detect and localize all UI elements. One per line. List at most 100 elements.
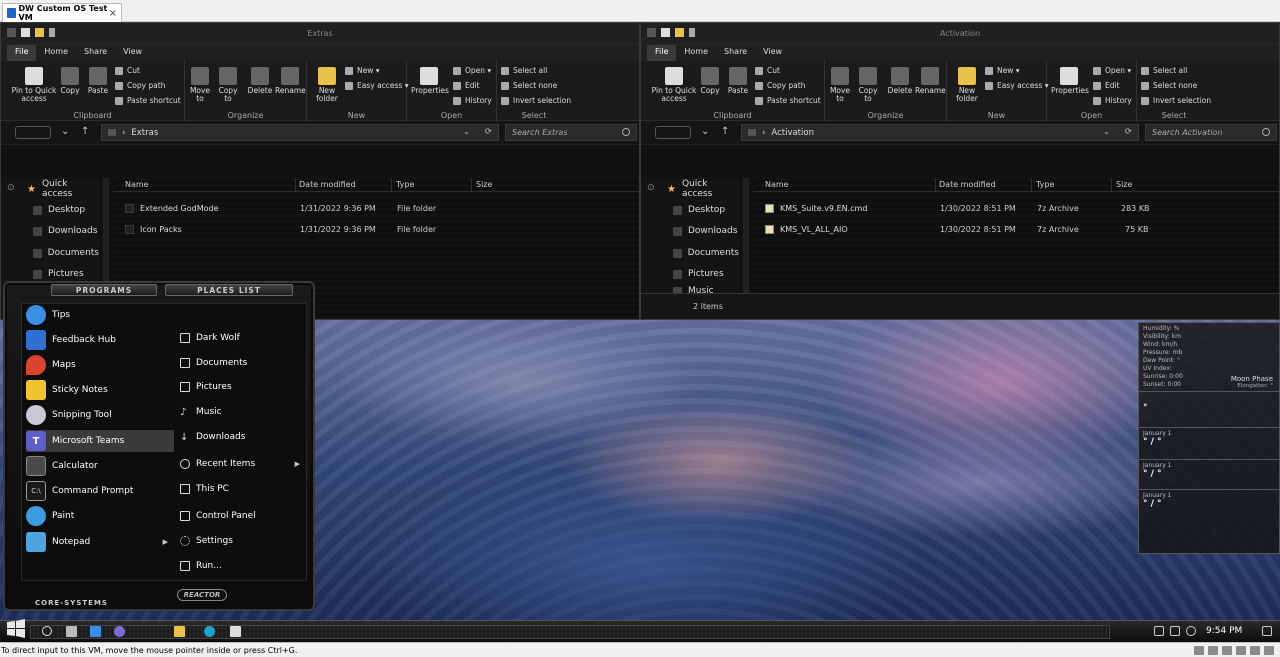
column-type[interactable]: Type <box>396 180 414 189</box>
nav-downloads[interactable]: Downloads <box>641 221 739 241</box>
place-documents[interactable]: Documents <box>180 352 304 374</box>
properties-button[interactable]: Properties <box>1051 67 1089 95</box>
place-run[interactable]: Run... <box>180 555 304 577</box>
history-button[interactable]: History <box>453 96 492 105</box>
device-icon[interactable] <box>1264 645 1274 655</box>
up-arrow-icon[interactable]: ↑ <box>721 126 729 137</box>
nav-quick-access[interactable]: ★ Quick access <box>1 179 99 199</box>
file-explorer-icon[interactable] <box>174 626 185 637</box>
program-tips[interactable]: Tips <box>26 304 174 326</box>
tab-view[interactable]: View <box>115 45 150 61</box>
column-name[interactable]: Name <box>765 180 789 189</box>
column-divider[interactable] <box>1111 178 1112 192</box>
device-icon[interactable] <box>1222 645 1232 655</box>
table-row[interactable]: KMS_VL_ALL_AIO 1/30/2022 8:51 PM 7z Arch… <box>753 221 1279 239</box>
tab-share[interactable]: Share <box>716 45 755 61</box>
up-arrow-icon[interactable]: ↑ <box>81 126 89 137</box>
search-icon[interactable] <box>42 626 52 636</box>
column-divider[interactable] <box>471 178 472 192</box>
place-settings[interactable]: Settings <box>180 530 304 552</box>
tab-file[interactable]: File <box>7 45 37 61</box>
notification-icon[interactable] <box>1262 626 1272 636</box>
invert-selection-button[interactable]: Invert selection <box>501 96 571 105</box>
tab-share[interactable]: Share <box>76 45 115 61</box>
nav-documents[interactable]: Documents <box>1 243 99 263</box>
device-icon[interactable] <box>1236 645 1246 655</box>
weather-gadget[interactable]: Humidity: % Visibility: km Wind: km/h Pr… <box>1138 322 1280 554</box>
new-item-button[interactable]: New ▾ <box>985 66 1020 75</box>
column-type[interactable]: Type <box>1036 180 1054 189</box>
back-forward-button[interactable] <box>655 126 691 139</box>
table-row[interactable]: Icon Packs 1/31/2022 9:36 PM File folder <box>113 221 639 239</box>
column-name[interactable]: Name <box>125 180 149 189</box>
paste-shortcut-button[interactable]: Paste shortcut <box>115 96 181 105</box>
refresh-icon[interactable]: ⟳ <box>485 127 492 137</box>
nav-documents[interactable]: Documents <box>641 243 739 263</box>
column-divider[interactable] <box>295 178 296 192</box>
place-pictures[interactable]: Pictures <box>180 376 304 398</box>
select-none-button[interactable]: Select none <box>501 81 557 90</box>
edge-icon[interactable] <box>204 626 215 637</box>
place-music[interactable]: ♪ Music <box>180 401 304 423</box>
copy-path-button[interactable]: Copy path <box>115 81 165 90</box>
program-paint[interactable]: Paint <box>26 505 174 527</box>
nav-scrollbar[interactable] <box>743 178 749 293</box>
address-field[interactable]: › Activation ⌄ ⟳ <box>741 124 1139 141</box>
tab-places-list[interactable]: PLACES LIST <box>165 284 293 296</box>
history-button[interactable]: History <box>1093 96 1132 105</box>
program-notepad[interactable]: Notepad ▶ <box>26 531 174 553</box>
paste-shortcut-button[interactable]: Paste shortcut <box>755 96 821 105</box>
explorer-window-extras[interactable]: Extras File Home Share View Pin to Quick… <box>0 22 640 320</box>
device-icon[interactable] <box>1250 645 1260 655</box>
column-divider[interactable] <box>391 178 392 192</box>
chat-icon[interactable] <box>114 626 125 637</box>
titlebar[interactable]: Extras <box>1 23 639 45</box>
widgets-icon[interactable] <box>90 626 101 637</box>
tab-file[interactable]: File <box>647 45 677 61</box>
easy-access-button[interactable]: Easy access ▾ <box>985 81 1049 90</box>
clock[interactable]: 9:54 PM <box>1206 626 1242 636</box>
copy-to-button[interactable]: Copy to <box>857 67 879 103</box>
program-sticky-notes[interactable]: Sticky Notes <box>26 379 174 401</box>
properties-button[interactable]: Properties <box>411 67 449 95</box>
program-microsoft-teams[interactable]: T Microsoft Teams <box>26 430 174 452</box>
nav-pictures[interactable]: Pictures <box>641 264 739 284</box>
easy-access-button[interactable]: Easy access ▾ <box>345 81 409 90</box>
tab-view[interactable]: View <box>755 45 790 61</box>
new-folder-button[interactable]: New folder <box>955 67 979 103</box>
tab-programs[interactable]: PROGRAMS <box>51 284 157 296</box>
move-to-button[interactable]: Move to <box>189 67 211 103</box>
pin-quick-access-button[interactable]: Pin to Quick access <box>9 67 59 103</box>
titlebar[interactable]: Activation <box>641 23 1279 45</box>
select-all-button[interactable]: Select all <box>501 66 547 75</box>
close-icon[interactable]: × <box>109 8 117 19</box>
power-button[interactable]: REACTOR <box>177 589 227 601</box>
edit-button[interactable]: Edit <box>1093 81 1120 90</box>
recent-dropdown-icon[interactable]: ⌄ <box>701 126 709 137</box>
invert-selection-button[interactable]: Invert selection <box>1141 96 1211 105</box>
back-forward-button[interactable] <box>15 126 51 139</box>
open-button[interactable]: Open ▾ <box>453 66 491 75</box>
copy-to-button[interactable]: Copy to <box>217 67 239 103</box>
place-recent-items[interactable]: Recent Items ▶ <box>180 453 304 475</box>
copy-button[interactable]: Copy <box>59 67 81 95</box>
program-feedback-hub[interactable]: Feedback Hub <box>26 329 174 351</box>
delete-button[interactable]: Delete <box>247 67 273 95</box>
place-this-pc[interactable]: This PC <box>180 478 304 500</box>
search-input[interactable]: Search Extras <box>505 124 637 141</box>
edit-button[interactable]: Edit <box>453 81 480 90</box>
select-none-button[interactable]: Select none <box>1141 81 1197 90</box>
cut-button[interactable]: Cut <box>115 66 140 75</box>
vm-tab[interactable]: DW Custom OS Test VM × <box>2 3 122 22</box>
program-maps[interactable]: Maps <box>26 354 174 376</box>
open-button[interactable]: Open ▾ <box>1093 66 1131 75</box>
column-size[interactable]: Size <box>1116 180 1132 189</box>
chevron-down-icon[interactable]: ⌄ <box>1103 127 1110 137</box>
device-icon[interactable] <box>1194 645 1204 655</box>
store-icon[interactable] <box>230 626 241 637</box>
nav-quick-access[interactable]: ★ Quick access <box>641 179 739 199</box>
recent-dropdown-icon[interactable]: ⌄ <box>61 126 69 137</box>
start-button[interactable] <box>5 617 27 639</box>
copy-button[interactable]: Copy <box>699 67 721 95</box>
tray-expand-icon[interactable] <box>1154 626 1164 636</box>
